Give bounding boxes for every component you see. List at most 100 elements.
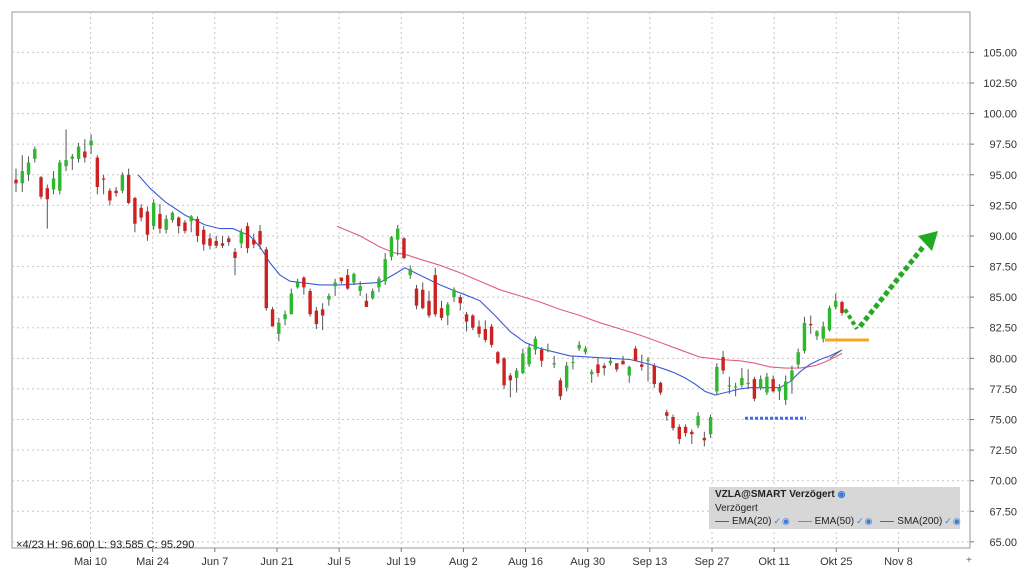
candle-down <box>114 190 118 194</box>
candle-down <box>458 297 462 304</box>
candle-down <box>39 177 43 197</box>
candle-up <box>521 353 525 374</box>
ema50-toggle-icon[interactable]: ✓ <box>856 516 864 526</box>
candle-down <box>502 358 506 386</box>
sma200-toggle-icon[interactable]: ✓ <box>944 516 952 526</box>
candle-up <box>327 295 331 300</box>
candle-up <box>527 347 531 365</box>
candle-down <box>671 417 675 429</box>
candle-up <box>746 382 750 385</box>
candle-down <box>721 357 725 371</box>
ohlc-low: 93.585 <box>109 539 144 551</box>
candle-up <box>715 366 719 392</box>
candle-down <box>95 157 100 187</box>
y-tick-label: 75.00 <box>989 415 1017 427</box>
x-tick-label: Mai 10 <box>74 556 107 568</box>
candle-up <box>608 360 613 364</box>
candle-up <box>396 228 400 240</box>
candle-down <box>45 188 49 200</box>
candle-up <box>170 212 175 221</box>
candle-down <box>665 412 669 416</box>
candle-up <box>70 156 75 159</box>
candle-down <box>433 275 437 315</box>
candle-up <box>827 308 832 331</box>
ema20-toggle-icon[interactable]: ✓ <box>773 516 781 526</box>
candle-up <box>120 174 125 191</box>
candle-up <box>733 386 738 388</box>
y-tick-label: 65.00 <box>989 537 1017 549</box>
x-tick-label: Jun 7 <box>201 556 228 568</box>
ema20-settings-icon[interactable]: ◉ <box>782 516 790 526</box>
sma200-swatch <box>880 521 895 522</box>
candle-up <box>740 377 744 386</box>
candle-up <box>708 417 713 435</box>
candle-up <box>577 344 581 349</box>
x-tick-label: Jul 19 <box>387 556 416 568</box>
candle-up <box>627 366 631 376</box>
legend-title: VZLA@SMART Verzögert ◉ <box>715 489 850 500</box>
candle-down <box>208 238 212 246</box>
candle-down <box>258 231 262 245</box>
candle-down <box>683 426 688 433</box>
candle-down <box>139 207 143 218</box>
candle-down <box>345 275 350 289</box>
add-icon[interactable]: + <box>966 555 972 566</box>
candle-down <box>270 309 275 327</box>
x-tick-label: Jul 5 <box>327 556 350 568</box>
candle-down <box>227 238 231 243</box>
candle-down <box>640 364 644 367</box>
y-tick-label: 67.50 <box>989 506 1017 518</box>
candle-down <box>439 308 444 318</box>
candle-up <box>289 293 294 315</box>
candle-up <box>533 338 538 350</box>
candle-up <box>589 371 594 375</box>
x-tick-label: Nov 8 <box>884 556 913 568</box>
ema50-swatch <box>797 521 812 522</box>
x-tick-label: Mai 24 <box>136 556 169 568</box>
symbol-label: VZLA@SMART Verzögert <box>715 489 835 500</box>
candle-up <box>89 140 93 146</box>
candle-up <box>571 361 575 363</box>
x-tick-label: Aug 2 <box>449 556 478 568</box>
candle-down <box>314 310 319 325</box>
stock-chart: 105.00 102.50 100.00 97.50 95.00 92.50 90.00 87… <box>0 0 1021 571</box>
ema50-settings-icon[interactable]: ◉ <box>865 516 873 526</box>
sma200-settings-icon[interactable]: ◉ <box>953 516 961 526</box>
candle-up <box>51 178 56 190</box>
plot-frame <box>11 11 971 549</box>
candle-down <box>621 360 625 365</box>
ohlc-date: 4/23 <box>22 539 44 551</box>
settings-icon[interactable]: ◉ <box>838 489 846 499</box>
y-tick-label: 87.50 <box>989 262 1017 274</box>
candle-down <box>558 380 563 397</box>
candle-down <box>471 315 475 328</box>
x-tick-label: Jun 21 <box>260 556 293 568</box>
candle-down <box>633 348 638 361</box>
candle-up <box>358 286 362 292</box>
candle-up <box>646 359 650 361</box>
candle-up <box>383 259 387 282</box>
candle-up <box>295 282 300 288</box>
candle-down <box>496 352 500 364</box>
candle-down <box>489 326 494 345</box>
y-tick-label: 77.50 <box>989 384 1017 396</box>
candle-down <box>101 178 106 180</box>
candle-up <box>283 314 287 320</box>
x-tick-label: Sep 27 <box>695 556 730 568</box>
x-tick-label: Okt 11 <box>758 556 790 568</box>
candle-up <box>564 365 569 388</box>
candle-down <box>195 218 200 236</box>
candle-up <box>389 237 394 257</box>
y-tick-label: 105.00 <box>983 47 1017 59</box>
candle-down <box>145 211 150 235</box>
candle-up <box>815 331 819 337</box>
candle-down <box>320 309 325 316</box>
candle-down <box>615 363 619 370</box>
candle-down <box>126 174 131 203</box>
candle-down <box>483 328 488 340</box>
candle-down <box>771 379 775 392</box>
chart-legend: VZLA@SMART Verzögert ◉ Verzögert EMA(20)… <box>709 487 961 529</box>
candle-down <box>14 179 18 184</box>
candle-up <box>777 387 782 392</box>
candle-down <box>158 213 162 229</box>
